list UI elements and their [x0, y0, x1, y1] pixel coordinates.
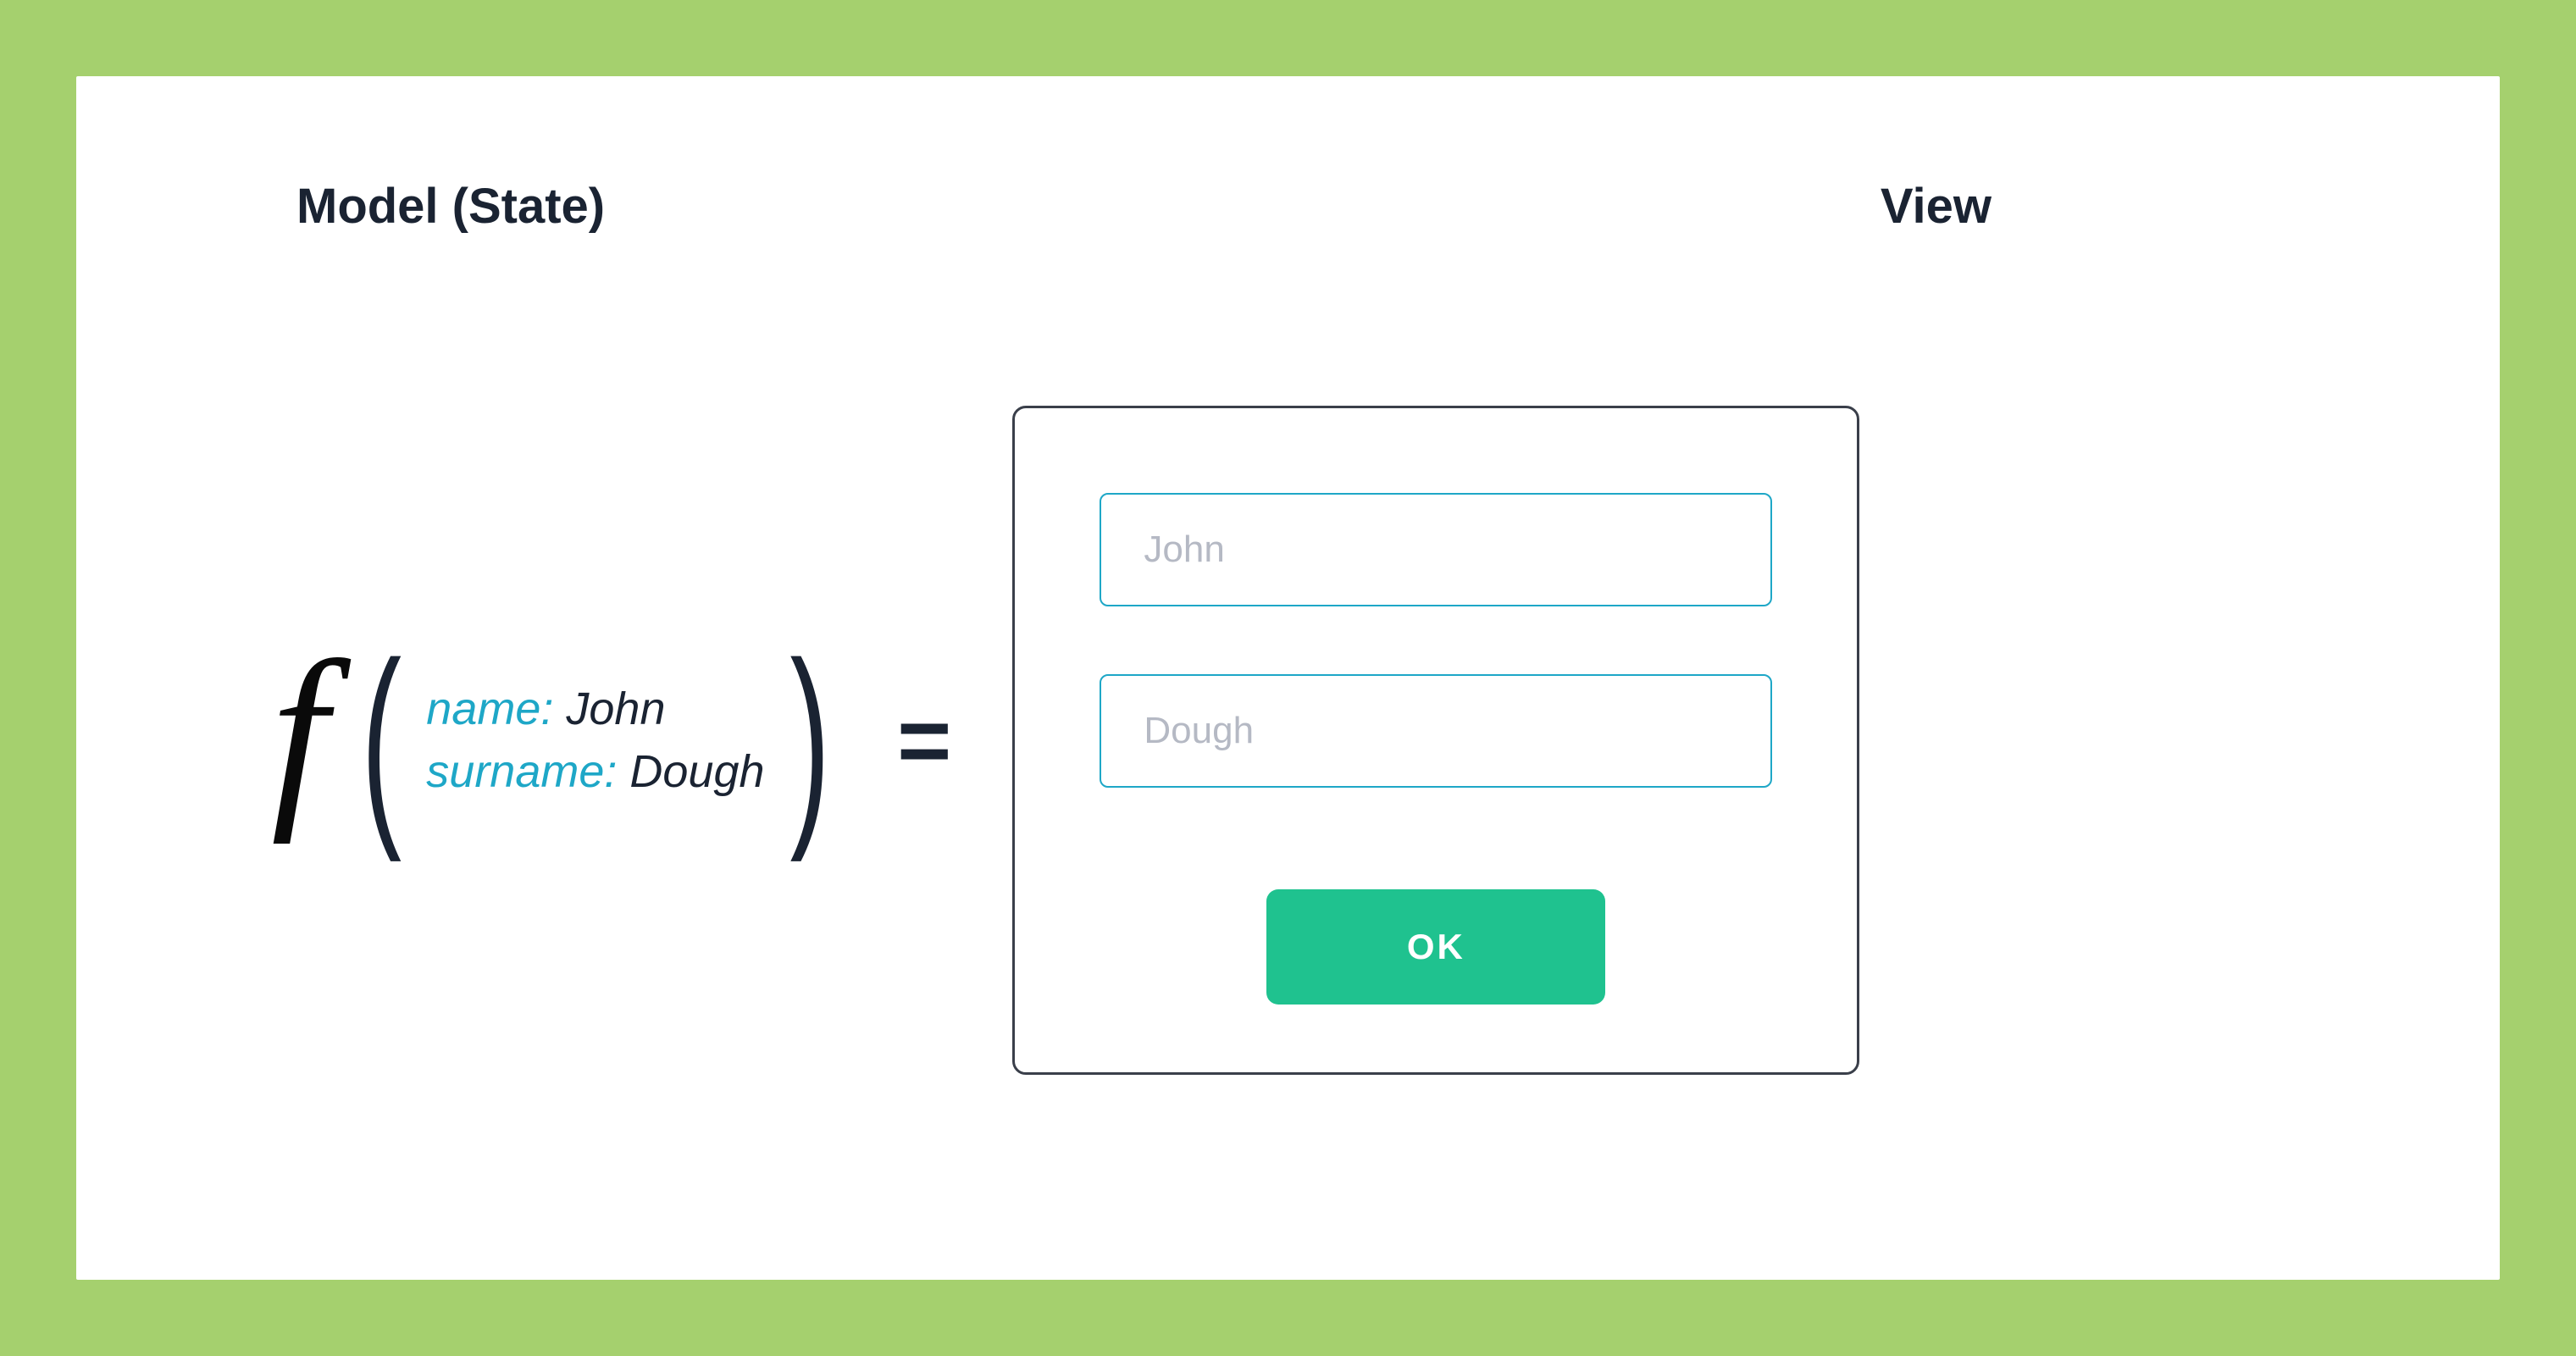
equals-symbol: =: [897, 687, 945, 794]
state-surname-row: surname: Dough: [426, 745, 764, 798]
ok-button[interactable]: OK: [1266, 889, 1605, 1005]
state-name-row: name: John: [426, 683, 764, 735]
state-object: name: John surname: Dough: [418, 683, 773, 798]
function-expression: f ( name: John surname: Dough ): [271, 679, 846, 801]
model-title: Model (State): [296, 178, 605, 235]
view-title: View: [1881, 178, 1992, 235]
state-name-value: John: [553, 684, 665, 734]
diagram-frame: Model (State) View f ( name: John surnam…: [0, 0, 2576, 1356]
state-name-key: name:: [426, 684, 553, 734]
titles-row: Model (State) View: [229, 178, 2347, 235]
state-surname-value: Dough: [617, 746, 764, 797]
open-paren: (: [361, 685, 402, 795]
function-f-symbol: f: [271, 671, 328, 793]
content-row: f ( name: John surname: Dough ) = OK: [229, 302, 2347, 1178]
diagram-card: Model (State) View f ( name: John surnam…: [76, 76, 2500, 1280]
surname-input[interactable]: [1100, 674, 1772, 788]
name-input[interactable]: [1100, 493, 1772, 606]
view-panel: OK: [1012, 406, 1859, 1075]
close-paren: ): [789, 685, 830, 795]
state-surname-key: surname:: [426, 746, 617, 797]
